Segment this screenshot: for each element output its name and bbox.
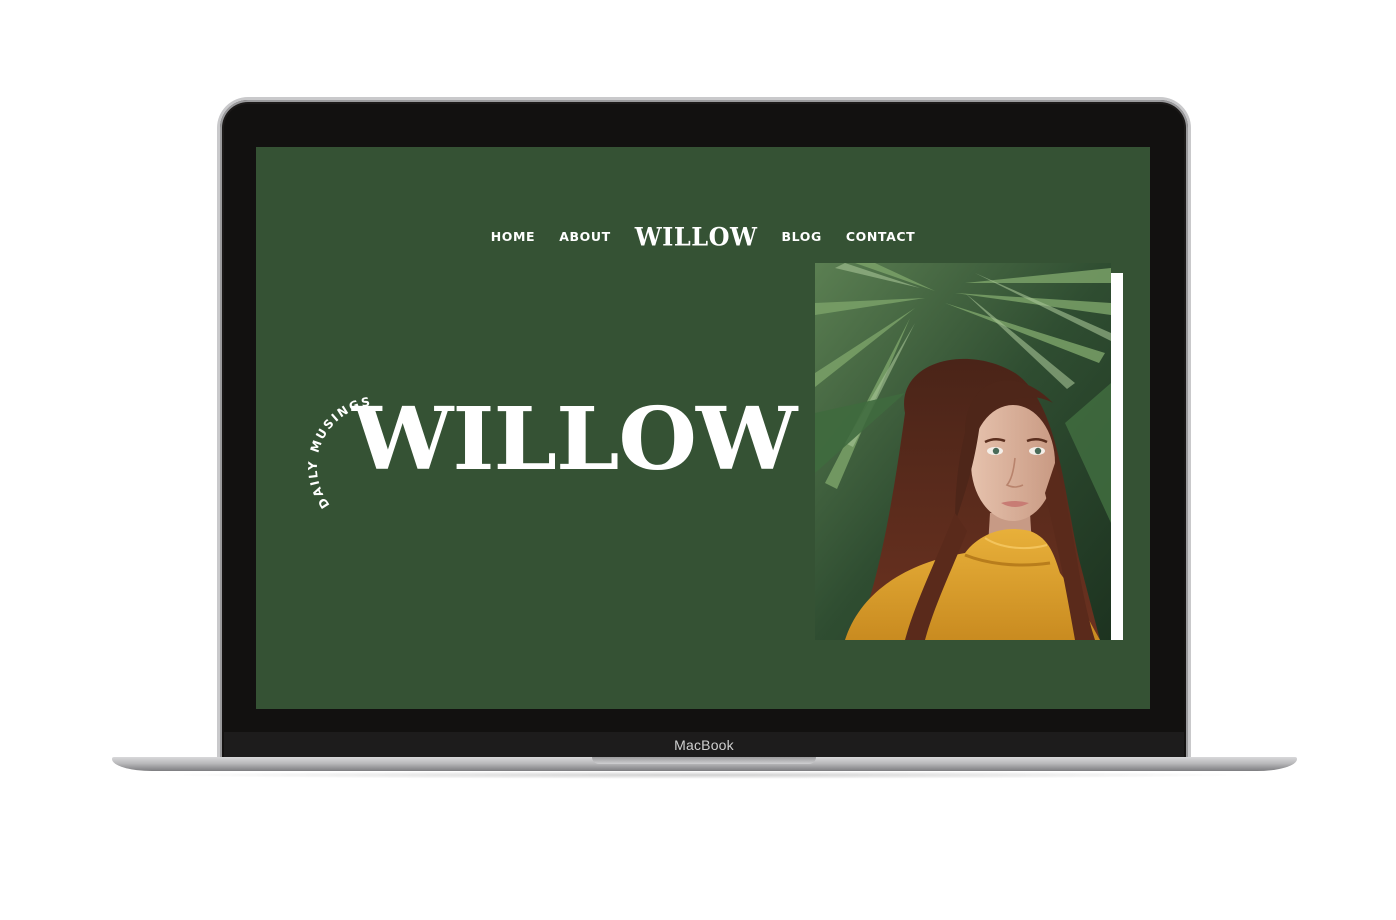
laptop-base-shadow <box>150 771 1260 779</box>
hero-title: WILLOW <box>352 389 797 490</box>
laptop-mockup: MacBook HOME ABOUT WILLOW BLOG CONTACT D… <box>0 0 1396 920</box>
nav-logo[interactable]: WILLOW <box>635 221 758 251</box>
portrait-icon <box>815 263 1111 640</box>
top-navigation: HOME ABOUT WILLOW BLOG CONTACT <box>256 219 1150 253</box>
photo-accent-bar <box>1111 273 1123 640</box>
website-screen: HOME ABOUT WILLOW BLOG CONTACT DAILY MUS… <box>256 147 1150 709</box>
nav-link-blog[interactable]: BLOG <box>782 229 822 244</box>
hero-portrait-photo <box>815 263 1111 640</box>
laptop-chin: MacBook <box>224 732 1184 760</box>
nav-link-home[interactable]: HOME <box>491 229 535 244</box>
laptop-base-notch <box>592 757 816 764</box>
nav-link-about[interactable]: ABOUT <box>559 229 611 244</box>
laptop-brand-label: MacBook <box>674 737 734 753</box>
nav-link-contact[interactable]: CONTACT <box>846 229 915 244</box>
